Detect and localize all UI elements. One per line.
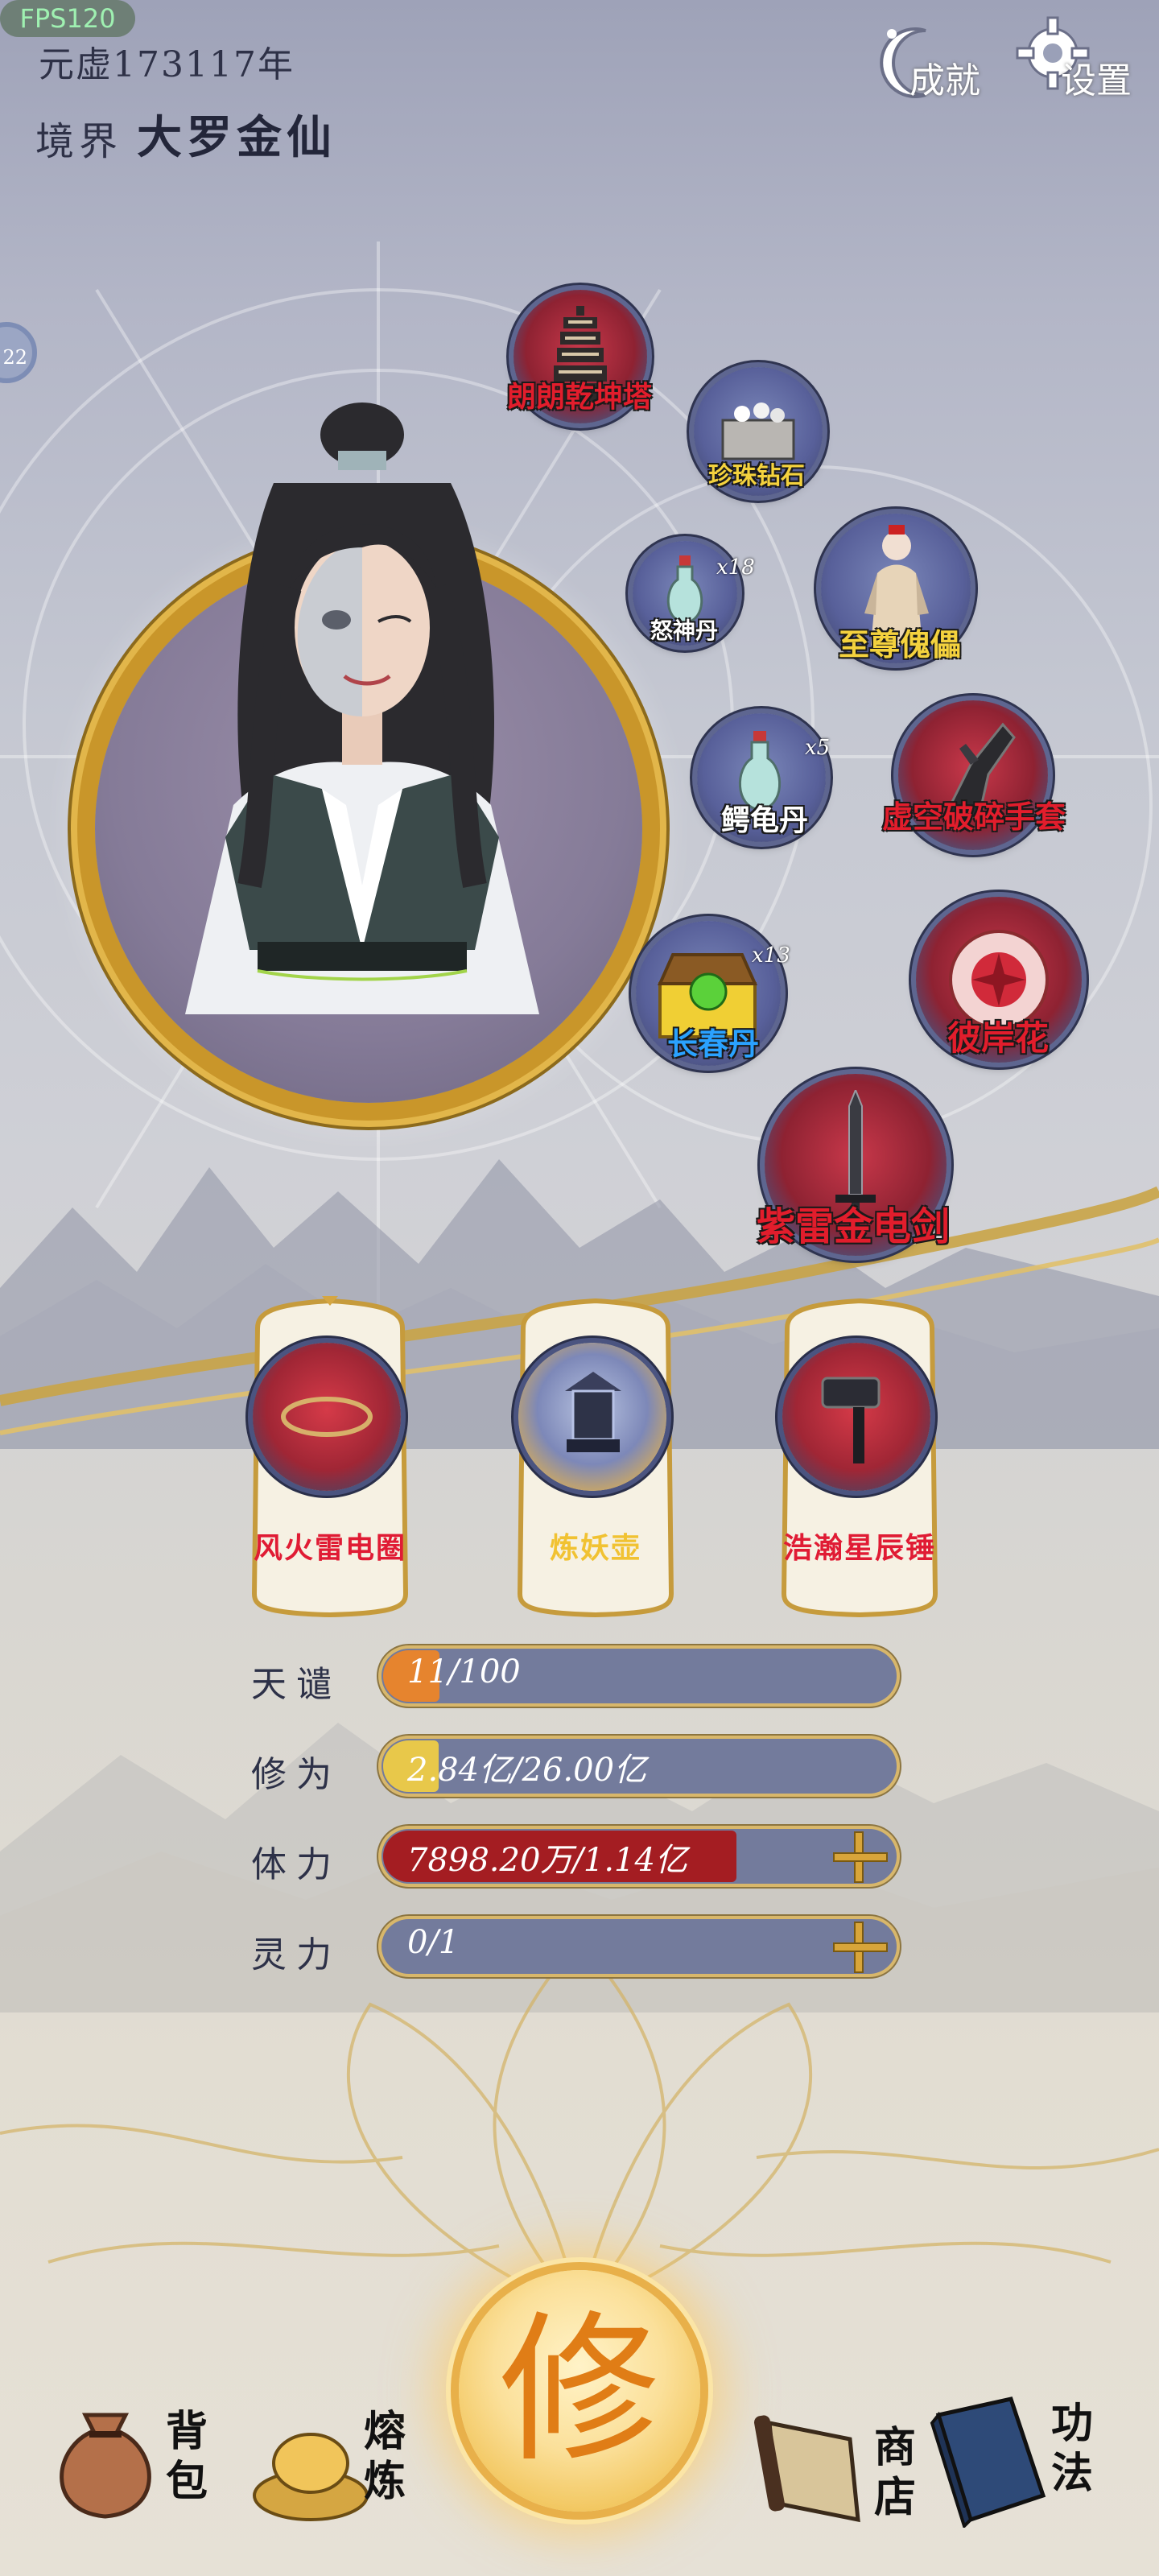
equipment-orb bbox=[518, 1343, 666, 1491]
cultivation-bar: 2.84亿/26.00亿 bbox=[378, 1736, 900, 1797]
item-label-pagoda: 朗朗乾坤塔 bbox=[506, 380, 653, 414]
settings-button[interactable]: 设置 bbox=[1014, 14, 1143, 103]
item-label-longevity-pill: 长春丹 bbox=[666, 1026, 760, 1062]
gold-ingot-icon bbox=[253, 2433, 369, 2521]
equipment-card-star-hammer[interactable]: 浩瀚星辰锤 bbox=[763, 1296, 956, 1618]
item-label-pearl-diamond: 珍珠钻石 bbox=[708, 462, 805, 490]
nav-bag-button[interactable]: 背包 bbox=[45, 2399, 208, 2520]
cultivate-button[interactable]: 修 bbox=[459, 2270, 700, 2512]
nav-bag-label: 背包 bbox=[166, 2407, 208, 2506]
item-count-turtle-pill: x5 bbox=[805, 736, 831, 760]
stat-label-stamina: 体力 bbox=[251, 1844, 341, 1885]
tianqian-bar: 11/100 bbox=[378, 1645, 900, 1707]
settings-label: 设置 bbox=[1061, 60, 1132, 101]
item-label-turtle-pill: 鳄龟丹 bbox=[720, 803, 809, 837]
item-count-longevity-pill: x13 bbox=[752, 943, 790, 968]
achievements-label: 成就 bbox=[909, 60, 980, 101]
equipment-orb bbox=[253, 1343, 401, 1491]
pouch-icon bbox=[60, 2413, 151, 2519]
era-year-text: 元虚173117年 bbox=[39, 44, 295, 85]
character-portrait[interactable] bbox=[137, 386, 588, 1046]
nav-smelt-button[interactable]: 熔炼 bbox=[246, 2407, 415, 2528]
book-icon bbox=[930, 2396, 1046, 2528]
ring-icon bbox=[281, 1397, 373, 1437]
nav-skills-button[interactable]: 功法 bbox=[922, 2391, 1099, 2528]
item-label-wrath-pill: 怒神丹 bbox=[650, 617, 719, 644]
nav-shop-label: 商店 bbox=[874, 2423, 917, 2522]
scroll-map-icon bbox=[754, 2415, 860, 2523]
stat-label-cultivation: 修为 bbox=[251, 1754, 341, 1795]
nav-smelt-label: 熔炼 bbox=[364, 2407, 406, 2506]
item-label-supreme-puppet: 至尊傀儡 bbox=[838, 626, 962, 663]
equipment-name: 风火雷电圈 bbox=[253, 1531, 406, 1565]
stat-label-spirit: 灵力 bbox=[251, 1934, 341, 1975]
item-label-void-gauntlet: 虚空破碎手套 bbox=[881, 799, 1066, 835]
equipment-name: 炼妖壶 bbox=[549, 1531, 641, 1565]
cultivation-value: 2.84亿/26.00亿 bbox=[407, 1752, 647, 1789]
spirit-plus-button[interactable] bbox=[813, 1916, 903, 1977]
tianqian-value: 11/100 bbox=[407, 1653, 521, 1690]
treasure-chest-icon bbox=[721, 402, 795, 460]
equipment-card-demon-pot[interactable]: 炼妖壶 bbox=[499, 1296, 692, 1618]
cultivate-label: 修 bbox=[498, 2297, 660, 2484]
nav-shop-button[interactable]: 商店 bbox=[753, 2407, 922, 2536]
fps-badge: FPS120 bbox=[0, 0, 135, 37]
realm-value: 大罗金仙 bbox=[137, 111, 336, 164]
realm-label: 境界 bbox=[35, 119, 123, 164]
achievements-button[interactable]: 成就 bbox=[869, 14, 998, 103]
lantern-pot-icon bbox=[565, 1372, 621, 1452]
stamina-value: 7898.20万/1.14亿 bbox=[407, 1842, 687, 1879]
spirit-value: 0/1 bbox=[407, 1924, 460, 1961]
hammer-icon bbox=[821, 1377, 881, 1463]
nav-skills-label: 功法 bbox=[1051, 2399, 1094, 2498]
equipment-orb bbox=[782, 1343, 930, 1491]
item-label-thunder-sword: 紫雷金电剑 bbox=[756, 1204, 951, 1249]
equipment-card-wind-fire-ring[interactable]: 风火雷电圈 bbox=[233, 1296, 427, 1618]
equipment-name: 浩瀚星辰锤 bbox=[782, 1531, 936, 1565]
stat-label-tianqian: 天谴 bbox=[251, 1664, 341, 1705]
item-count-wrath-pill: x18 bbox=[716, 555, 755, 580]
item-label-higan-flower: 彼岸花 bbox=[947, 1018, 1050, 1058]
stamina-plus-button[interactable] bbox=[813, 1826, 903, 1887]
